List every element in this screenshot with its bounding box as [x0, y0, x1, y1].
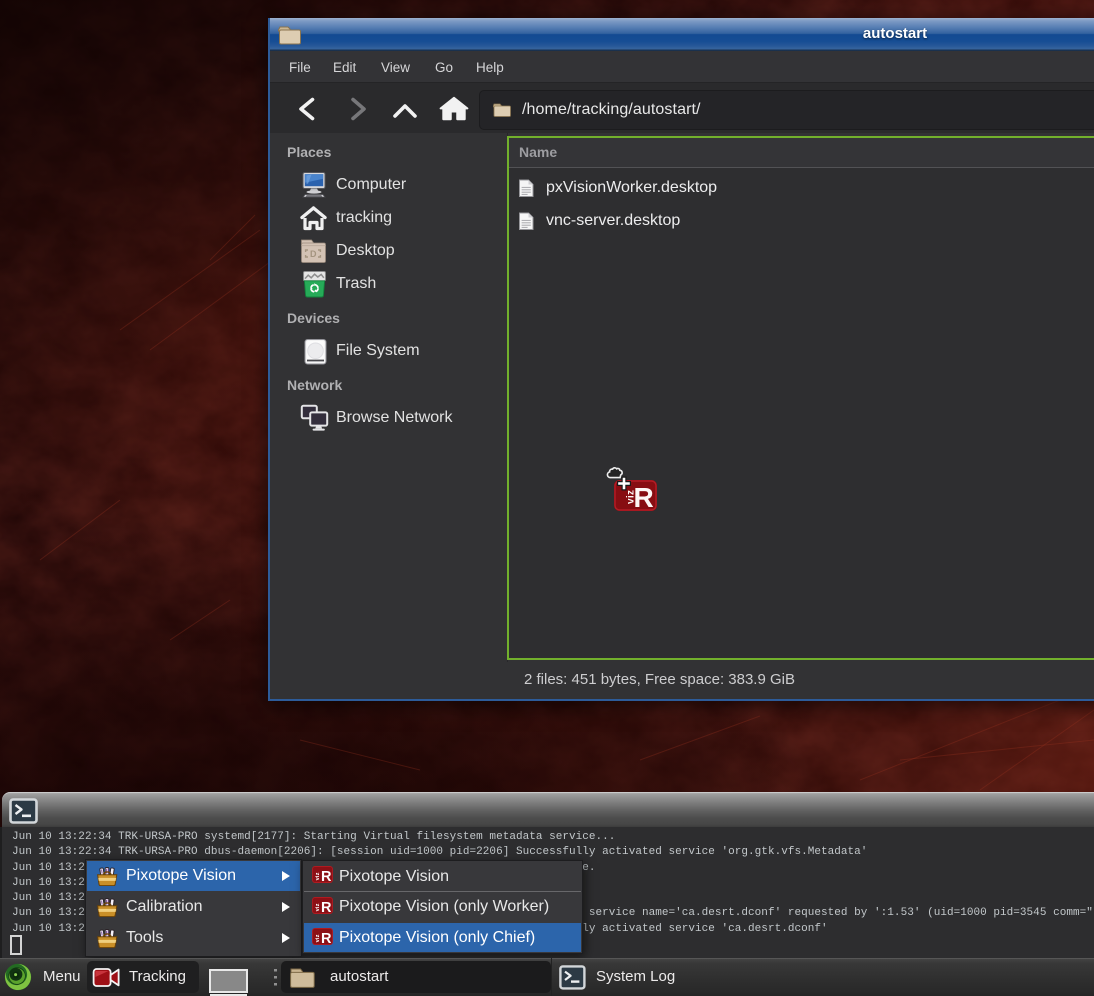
- svg-text:D: D: [310, 249, 317, 259]
- svg-text:R: R: [634, 482, 654, 513]
- svg-text:viz: viz: [626, 490, 637, 504]
